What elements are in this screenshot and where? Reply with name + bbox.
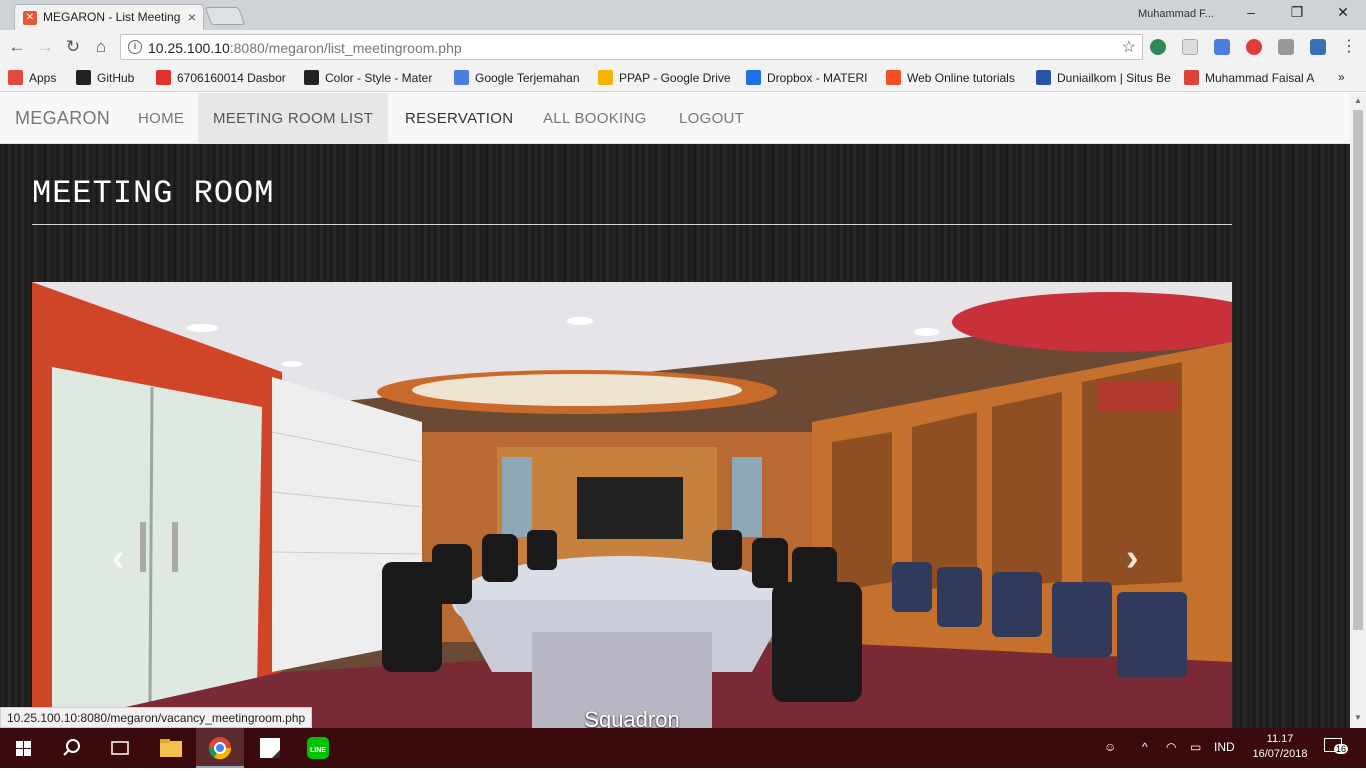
restore-icon[interactable]: ❐ xyxy=(1282,4,1312,21)
menu-kebab-icon[interactable]: ⋮ xyxy=(1338,37,1360,57)
sticky-notes-icon[interactable] xyxy=(246,728,294,768)
site-info-icon[interactable]: i xyxy=(128,40,142,54)
search-icon[interactable] xyxy=(48,728,96,768)
page-scrollbar[interactable]: ▲ ▼ xyxy=(1350,93,1366,728)
battery-icon[interactable]: ▭ xyxy=(1190,740,1201,754)
user-extension-icon[interactable] xyxy=(1278,39,1294,55)
forward-icon[interactable]: → xyxy=(34,37,56,57)
nav-meeting-room-list[interactable]: MEETING ROOM LIST xyxy=(198,93,389,144)
browser-tab[interactable]: ✕ MEGARON - List Meeting × xyxy=(14,4,204,30)
reload-icon[interactable]: ↻ xyxy=(62,37,84,57)
di-icon xyxy=(1036,70,1051,85)
download-extension-icon[interactable] xyxy=(1310,39,1326,55)
people-icon[interactable]: ☺ xyxy=(1104,740,1116,754)
action-center-icon[interactable]: 16 xyxy=(1324,738,1349,755)
profile-name[interactable]: Muhammad F... xyxy=(1138,8,1214,20)
bookmark-label: Muhammad Faisal A xyxy=(1205,71,1315,85)
task-view-icon[interactable] xyxy=(96,728,144,768)
link-status-bubble: 10.25.100.10:8080/megaron/vacancy_meetin… xyxy=(0,707,313,728)
github-icon xyxy=(76,70,91,85)
meeting-room-photo xyxy=(32,282,1232,728)
line-app-icon[interactable]: LINE xyxy=(294,728,342,768)
nav-all-booking[interactable]: ALL BOOKING xyxy=(528,93,662,144)
tab-title: MEGARON - List Meeting xyxy=(43,10,181,24)
title-divider xyxy=(32,224,1232,225)
chrome-icon xyxy=(1184,70,1199,85)
url-text: 10.25.100.10:8080/megaron/list_meetingro… xyxy=(148,40,462,56)
bookmark-label: Web Online tutorials xyxy=(907,71,1015,85)
bookmark-label: Color - Style - Mater xyxy=(325,71,433,85)
close-window-icon[interactable]: ✕ xyxy=(1328,4,1358,21)
apps-grid-icon xyxy=(8,70,23,85)
bookmark-item[interactable]: PPAP - Google Drive xyxy=(598,70,734,85)
bookmark-label: Dropbox - MATERI xyxy=(767,71,868,85)
home-icon[interactable]: ⌂ xyxy=(90,37,112,57)
dropbox-icon xyxy=(746,70,761,85)
bookmark-item[interactable]: Color - Style - Mater xyxy=(304,70,442,85)
bookmark-label: Google Terjemahan xyxy=(475,71,580,85)
close-tab-icon[interactable]: × xyxy=(188,9,196,25)
drive-icon xyxy=(598,70,613,85)
nav-home[interactable]: HOME xyxy=(123,93,199,144)
translate-extension-icon[interactable] xyxy=(1214,39,1230,55)
bookmark-item[interactable]: Muhammad Faisal A xyxy=(1184,70,1324,85)
browser-toolbar: ← → ↻ ⌂ i 10.25.100.10:8080/megaron/list… xyxy=(0,30,1366,64)
bookmark-item[interactable]: 6706160014 Dasbor xyxy=(156,70,296,85)
scroll-down-icon[interactable]: ▼ xyxy=(1350,713,1366,722)
windows-color-icon xyxy=(886,70,901,85)
bookmark-item[interactable]: Web Online tutorials xyxy=(886,70,1026,85)
clock-time: 11.17 xyxy=(1266,733,1294,745)
bookmark-label: GitHub xyxy=(97,71,135,85)
windows-start-icon[interactable] xyxy=(0,728,48,768)
new-tab-button[interactable] xyxy=(204,7,246,25)
xampp-icon: ✕ xyxy=(23,11,37,25)
minimize-icon[interactable]: – xyxy=(1236,4,1266,20)
bookmark-red-icon xyxy=(156,70,171,85)
windows-taskbar: LINE ☺ ^ ◠ ▭ IND 11.17 16/07/2018 16 xyxy=(0,728,1366,768)
address-bar[interactable]: i 10.25.100.10:8080/megaron/list_meeting… xyxy=(120,34,1143,60)
nav-logout[interactable]: LOGOUT xyxy=(664,93,759,144)
clock-date: 16/07/2018 xyxy=(1252,748,1308,760)
browser-tab-strip: ✕ MEGARON - List Meeting × Muhammad F...… xyxy=(0,0,1366,30)
bookmark-item[interactable]: Duniailkom | Situs Be xyxy=(1036,70,1174,85)
taskbar-clock[interactable]: 11.17 16/07/2018 xyxy=(1250,732,1310,762)
extension-grey-icon[interactable] xyxy=(1182,39,1198,55)
show-hidden-icons-icon[interactable]: ^ xyxy=(1142,740,1148,754)
more-bookmarks-icon[interactable]: » xyxy=(1338,70,1345,84)
nav-reservation[interactable]: RESERVATION xyxy=(390,93,528,144)
site-navbar: MEGARON HOME MEETING ROOM LIST RESERVATI… xyxy=(0,93,1350,144)
bookmark-item[interactable]: Google Terjemahan xyxy=(454,70,590,85)
scrollbar-thumb[interactable] xyxy=(1353,110,1363,630)
brand-logo[interactable]: MEGARON xyxy=(15,108,110,129)
web-page: MEGARON HOME MEETING ROOM LIST RESERVATI… xyxy=(0,93,1350,728)
page-title: MEETING ROOM xyxy=(32,175,275,212)
notification-count: 16 xyxy=(1334,744,1349,754)
file-explorer-icon[interactable] xyxy=(148,728,196,768)
carousel-prev-icon[interactable]: ‹ xyxy=(112,537,125,580)
language-indicator[interactable]: IND xyxy=(1214,740,1235,754)
bookmark-item[interactable]: Dropbox - MATERI xyxy=(746,70,876,85)
carousel-next-icon[interactable]: › xyxy=(1126,537,1139,580)
svg-text:LINE: LINE xyxy=(310,747,326,754)
room-carousel[interactable]: ‹ › Squadron xyxy=(32,282,1232,728)
bookmark-label: PPAP - Google Drive xyxy=(619,71,731,85)
scroll-up-icon[interactable]: ▲ xyxy=(1350,96,1366,105)
bookmark-label: Duniailkom | Situs Be xyxy=(1057,71,1171,85)
bookmark-label: Apps xyxy=(29,71,57,85)
target-extension-icon[interactable] xyxy=(1246,39,1262,55)
translate-icon xyxy=(454,70,469,85)
extension-globe-icon[interactable] xyxy=(1150,39,1166,55)
wifi-icon[interactable]: ◠ xyxy=(1166,740,1176,754)
back-icon[interactable]: ← xyxy=(6,37,28,57)
bookmark-label: 6706160014 Dasbor xyxy=(177,71,286,85)
bookmark-star-icon[interactable]: ☆ xyxy=(1122,37,1136,57)
bookmarks-bar: Apps GitHub 6706160014 Dasbor Color - Style… xyxy=(0,64,1366,92)
chrome-taskbar-icon[interactable] xyxy=(196,728,244,768)
bookmark-item[interactable]: Apps xyxy=(8,70,68,85)
bookmark-item[interactable]: GitHub xyxy=(76,70,142,85)
github-icon xyxy=(304,70,319,85)
